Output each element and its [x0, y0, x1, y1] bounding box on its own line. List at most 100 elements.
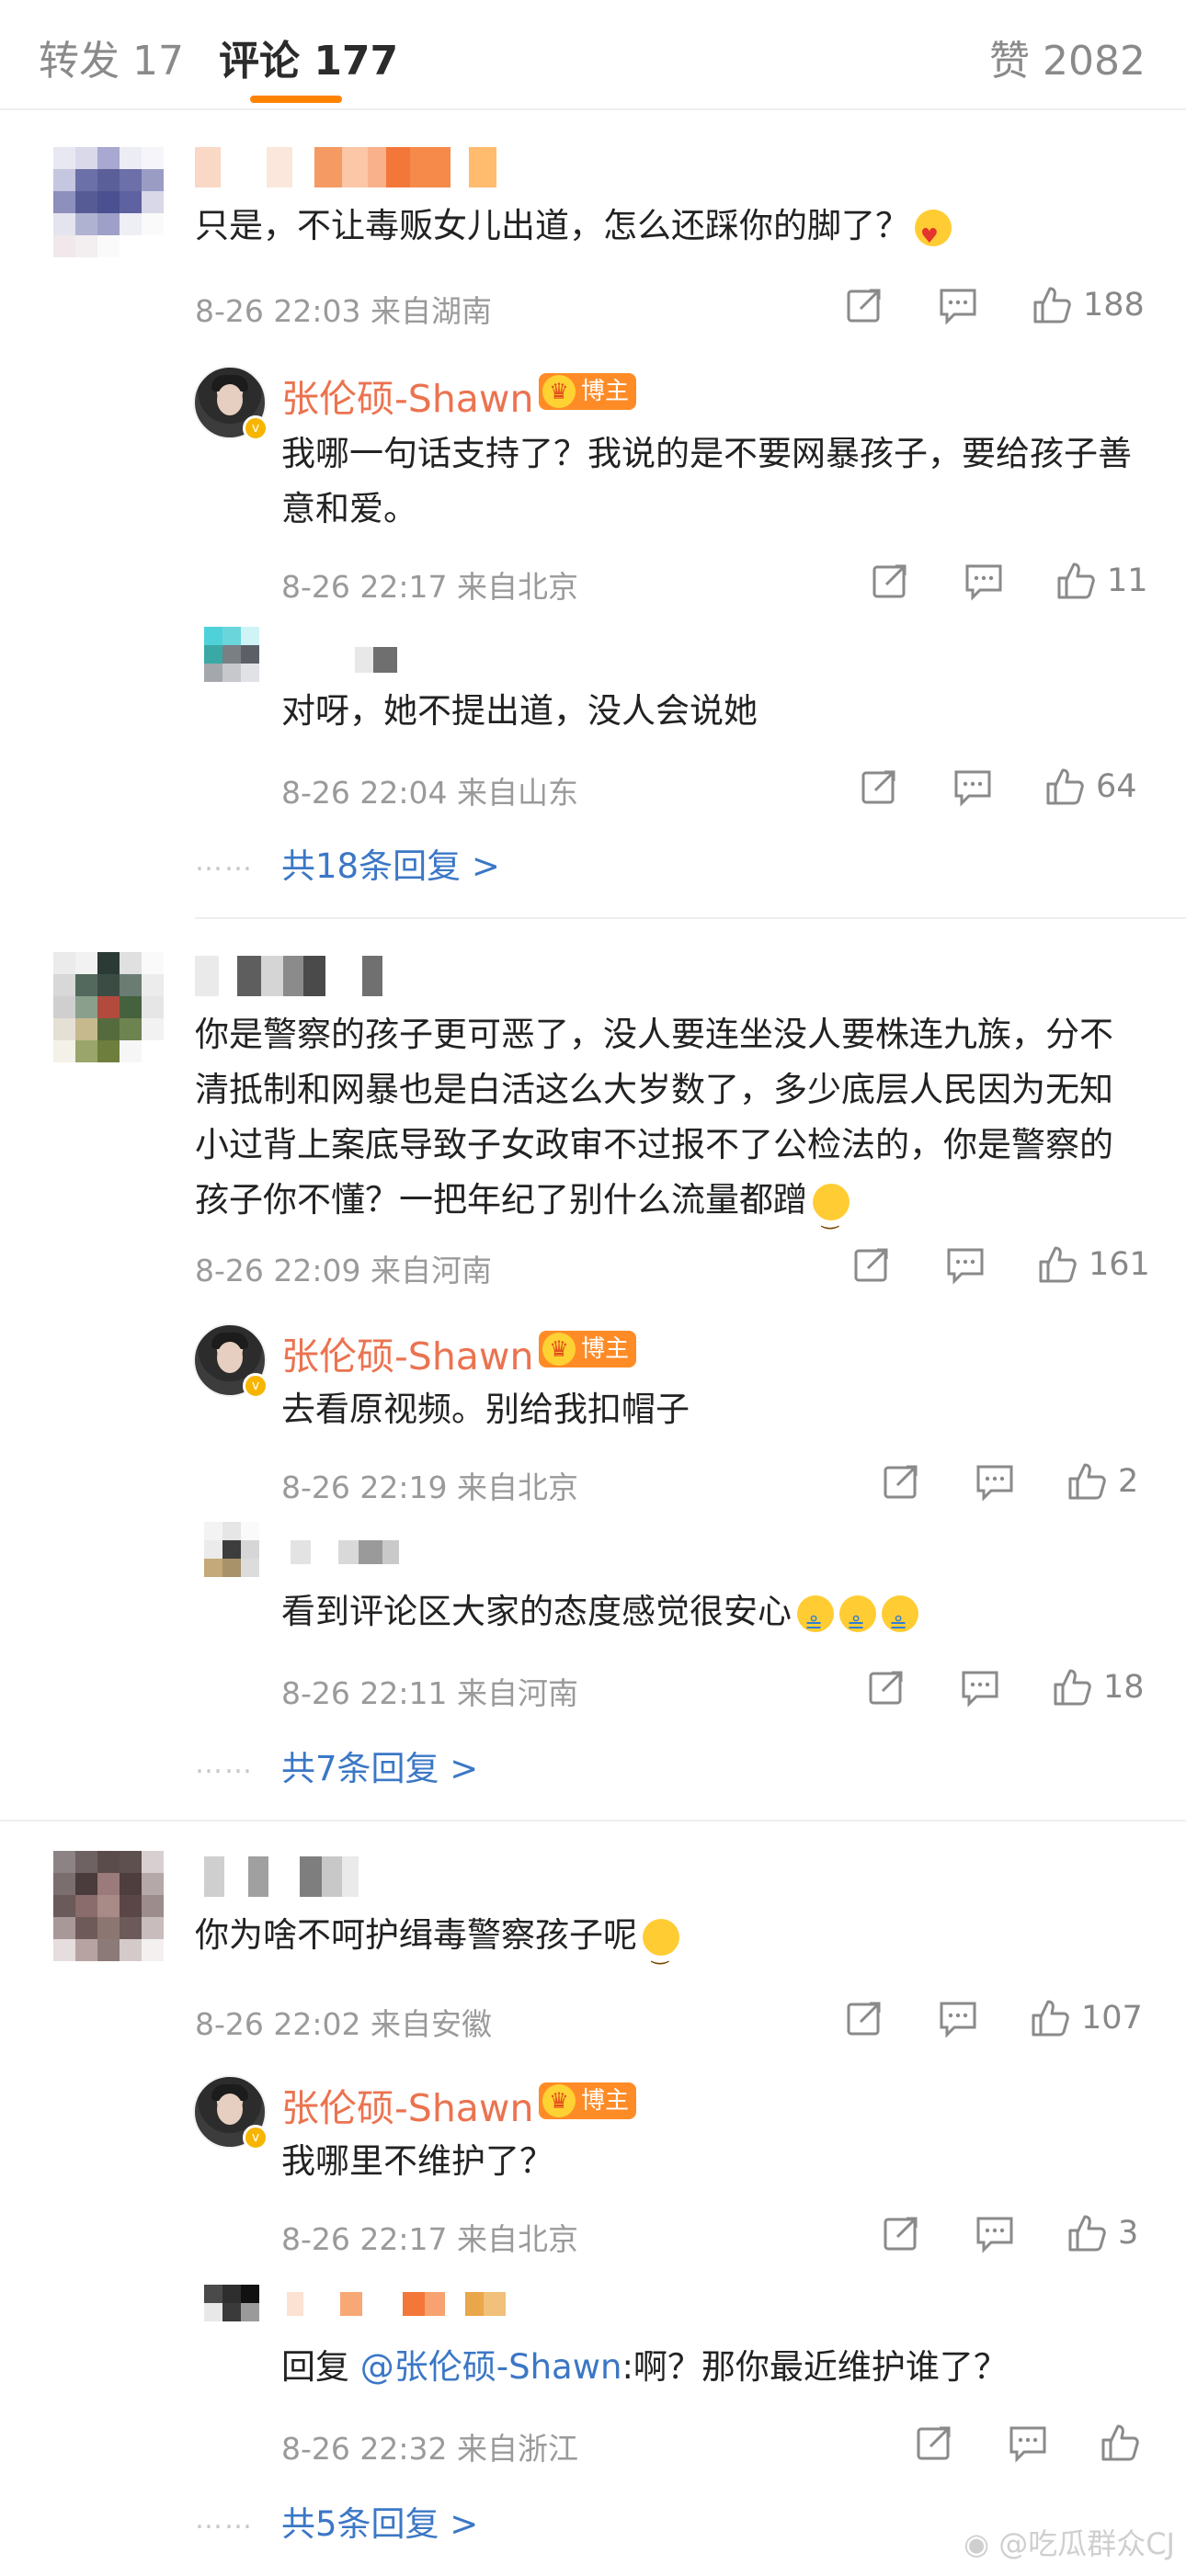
username-obscured[interactable] — [287, 2292, 506, 2316]
share-icon — [884, 2217, 918, 2251]
blogger-badge: ♛ 博主 — [539, 2082, 637, 2119]
repost-button[interactable] — [866, 1667, 907, 1708]
like-button[interactable]: 3 — [1066, 2213, 1138, 2253]
smirk-emoji-icon — [643, 1918, 679, 1981]
repost-button[interactable] — [881, 1461, 921, 1502]
thumbs-up-icon — [1039, 1246, 1077, 1283]
like-button[interactable]: 161 — [1037, 1244, 1150, 1285]
comment-text: 只是，不让毒贩女儿出道，怎么还踩你的脚了？ — [195, 199, 1142, 265]
comment-button[interactable] — [945, 1244, 986, 1285]
comment-icon — [940, 289, 976, 325]
like-count: 107 — [1081, 2000, 1143, 2037]
comment-button[interactable] — [938, 285, 978, 325]
like-button[interactable]: 188 — [1032, 285, 1145, 325]
comment-button[interactable] — [975, 1461, 1015, 1502]
author-name[interactable]: 张伦硕-Shawn — [281, 1325, 533, 1380]
smirk-emoji-icon — [813, 1183, 850, 1246]
tab-likes[interactable]: 赞 2082 — [989, 28, 1146, 86]
repost-button[interactable] — [851, 1244, 892, 1285]
blogger-badge: ♛ 博主 — [539, 373, 637, 410]
author-name[interactable]: 张伦硕-Shawn — [281, 368, 533, 423]
author-name[interactable]: 张伦硕-Shawn — [281, 2077, 533, 2132]
reply-meta: 8-26 22:11 来自河南 — [281, 1675, 578, 1711]
tab-comments[interactable]: 评论 177 — [219, 28, 398, 86]
comment-icon — [962, 1671, 998, 1708]
comment-button[interactable] — [952, 766, 993, 807]
comment-button[interactable] — [975, 2213, 1015, 2253]
heart-face-emoji-icon — [915, 209, 952, 265]
repost-button[interactable] — [859, 766, 899, 807]
like-count: 188 — [1083, 287, 1145, 323]
like-button[interactable]: 18 — [1052, 1667, 1145, 1708]
like-count: 64 — [1096, 768, 1137, 805]
share-icon — [847, 2002, 881, 2036]
username-obscured[interactable] — [195, 147, 496, 187]
username-obscured[interactable] — [195, 956, 382, 996]
reply-text: 去看原视频。别给我扣帽子 — [281, 1390, 690, 1429]
weibo-logo-icon: ◉ — [964, 2526, 990, 2561]
like-count: 3 — [1118, 2215, 1139, 2252]
comment-icon — [976, 1465, 1013, 1502]
repost-button[interactable] — [881, 2213, 921, 2253]
thumbs-up-icon — [1033, 287, 1071, 323]
avatar[interactable] — [204, 1522, 278, 1595]
mention-link[interactable]: @张伦硕-Shawn — [360, 2347, 622, 2387]
avatar-shawn[interactable]: v — [193, 2075, 268, 2150]
comment-icon — [1009, 2426, 1046, 2463]
avatar[interactable] — [204, 627, 278, 700]
crown-icon: ♛ — [542, 2084, 576, 2117]
like-count: 18 — [1103, 1669, 1145, 1706]
like-button[interactable]: 107 — [1030, 1998, 1143, 2038]
reply-meta: 8-26 22:19 来自北京 — [281, 1470, 578, 1505]
verified-badge-icon: v — [243, 1373, 268, 1399]
like-button[interactable]: 64 — [1044, 766, 1137, 807]
share-icon — [869, 1671, 903, 1705]
comment-button[interactable] — [938, 1998, 978, 2038]
avatar[interactable] — [204, 2285, 278, 2358]
crown-icon: ♛ — [542, 375, 576, 408]
cry-emoji-icon — [839, 1594, 876, 1652]
more-dots: …… — [195, 845, 254, 878]
share-icon — [917, 2426, 951, 2460]
avatar-shawn[interactable]: v — [193, 366, 268, 441]
more-replies-link[interactable]: 共5条回复 > — [281, 2496, 478, 2546]
comment-text: 你为啥不呵护缉毒警察孩子呢 — [195, 1908, 1142, 1981]
cry-emoji-icon — [882, 1594, 918, 1652]
comment-icon — [954, 770, 991, 807]
username-obscured[interactable] — [309, 647, 397, 673]
more-replies-link[interactable]: 共7条回复 > — [281, 1741, 478, 1790]
avatar[interactable] — [53, 147, 164, 257]
avatar-shawn[interactable]: v — [193, 1323, 268, 1399]
tab-repost[interactable]: 转发 17 — [39, 28, 184, 86]
thumbs-up-icon — [1068, 1463, 1106, 1500]
divider — [0, 1820, 1186, 1821]
like-button[interactable]: 2 — [1066, 1461, 1138, 1502]
repost-button[interactable] — [844, 285, 884, 325]
crown-icon: ♛ — [542, 1333, 576, 1366]
like-button[interactable] — [1100, 2423, 1151, 2463]
comment-button[interactable] — [964, 561, 1004, 601]
reply-text: 我哪里不维护了？ — [281, 2141, 553, 2181]
share-icon — [861, 770, 895, 804]
username-obscured[interactable] — [291, 1540, 399, 1564]
comment-button[interactable] — [960, 1667, 1000, 1708]
more-replies-link[interactable]: 共18条回复 > — [281, 838, 500, 888]
username-obscured[interactable] — [204, 1856, 359, 1897]
more-dots: …… — [195, 2503, 254, 2536]
cry-emoji-icon — [797, 1594, 834, 1652]
comment-icon — [965, 564, 1002, 601]
like-button[interactable]: 11 — [1055, 561, 1148, 601]
repost-button[interactable] — [914, 2423, 954, 2463]
like-count: 161 — [1089, 1246, 1150, 1283]
comment-button[interactable] — [1008, 2423, 1048, 2463]
avatar[interactable] — [53, 1851, 164, 1961]
comment-tabs: 转发 17 评论 177 赞 2082 — [0, 0, 1186, 110]
more-dots: …… — [195, 1748, 254, 1780]
thumbs-up-icon — [1046, 768, 1084, 805]
like-count: 11 — [1107, 562, 1148, 599]
verified-badge-icon: v — [243, 415, 268, 441]
reply-meta: 8-26 22:17 来自北京 — [281, 569, 578, 605]
repost-button[interactable] — [844, 1998, 884, 2038]
avatar[interactable] — [53, 952, 164, 1062]
repost-button[interactable] — [870, 561, 910, 601]
